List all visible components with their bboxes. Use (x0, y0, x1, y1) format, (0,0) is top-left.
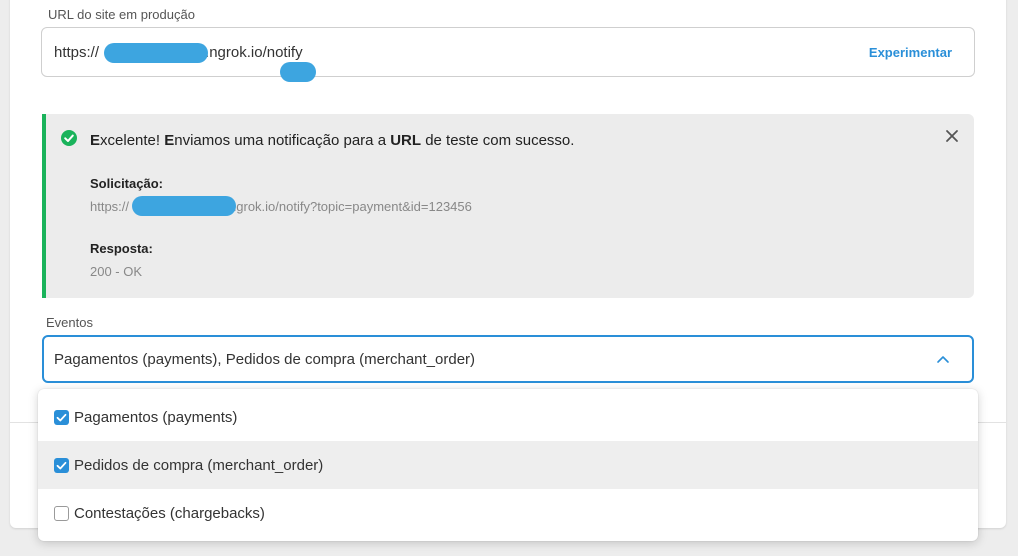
production-url-label: URL do site em produção (48, 7, 195, 22)
chevron-up-icon (937, 356, 949, 363)
try-button[interactable]: Experimentar (869, 45, 952, 60)
request-label: Solicitação: (90, 176, 163, 191)
request-url-suffix: ngrok.io/notify?topic=payment&id=123456 (229, 199, 472, 214)
checkbox-checked[interactable] (54, 410, 69, 425)
check-icon (56, 413, 67, 422)
events-selected-value: Pagamentos (payments), Pedidos de compra… (54, 351, 476, 368)
option-chargebacks[interactable]: Contestações (chargebacks) (38, 489, 978, 537)
production-url-input[interactable]: https:// .ngrok.io/notify Experimentar (41, 27, 975, 82)
events-label: Eventos (46, 315, 93, 330)
check-icon (56, 461, 67, 470)
alert-title-part: nviamos uma notificação para a (174, 132, 391, 149)
response-label: Resposta: (90, 241, 153, 256)
alert-title: Excelente! Enviamos uma notificação para… (90, 132, 574, 149)
check-circle-icon (61, 130, 77, 146)
alert-title-part: xcelente! (100, 132, 165, 149)
events-dropdown: Pagamentos (payments) Pedidos de compra … (38, 389, 978, 541)
alert-title-part: de teste com sucesso. (421, 132, 575, 149)
option-payments[interactable]: Pagamentos (payments) (38, 393, 978, 441)
option-label: Pagamentos (payments) (74, 409, 238, 426)
checkbox-checked[interactable] (54, 458, 69, 473)
alert-title-part: URL (390, 132, 422, 149)
url-suffix: .ngrok.io/notify (205, 44, 303, 61)
alert-title-part: E (90, 132, 101, 149)
close-icon[interactable] (944, 128, 960, 144)
option-merchant-order[interactable]: Pedidos de compra (merchant_order) (38, 441, 978, 489)
url-prefix: https:// (54, 44, 100, 61)
redaction-mark (280, 62, 316, 82)
success-alert: Excelente! Enviamos uma notificação para… (42, 114, 974, 298)
events-select[interactable]: Pagamentos (payments), Pedidos de compra… (42, 335, 974, 383)
option-label: Contestações (chargebacks) (74, 505, 265, 522)
option-label: Pedidos de compra (merchant_order) (74, 457, 324, 474)
redaction-mark (132, 196, 236, 216)
redaction-mark (104, 43, 208, 63)
alert-title-part: E (164, 132, 175, 149)
checkbox-unchecked[interactable] (54, 506, 69, 521)
request-url-prefix: https:// (90, 199, 130, 214)
response-value: 200 - OK (90, 264, 143, 279)
